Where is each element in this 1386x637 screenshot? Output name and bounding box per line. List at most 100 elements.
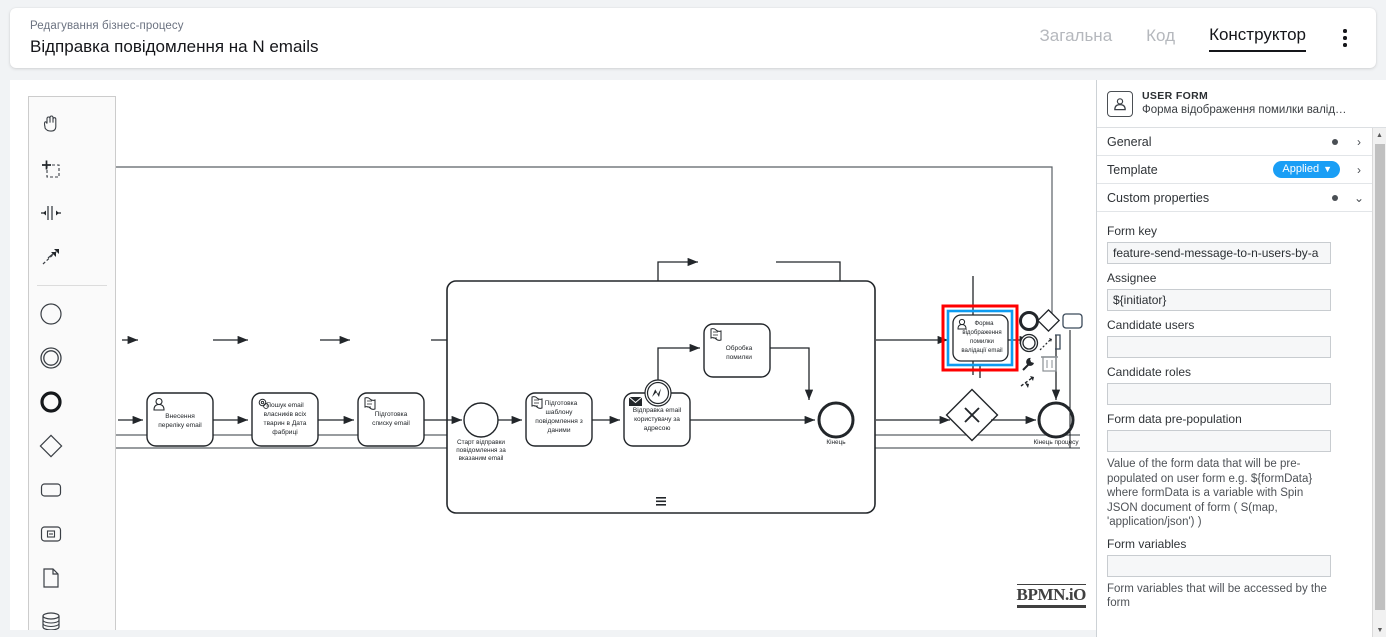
group-general[interactable]: General ›	[1097, 128, 1372, 156]
tab-zagalna[interactable]: Загальна	[1040, 25, 1113, 51]
group-template[interactable]: Template Applied ▼ ›	[1097, 156, 1372, 184]
form-key-label: Form key	[1107, 224, 1158, 238]
page-title: Відправка повідомлення на N emails	[30, 36, 319, 56]
form-key-field[interactable]	[1107, 242, 1331, 264]
create-end-event-icon[interactable]	[29, 380, 73, 424]
form-variables-field[interactable]	[1107, 554, 1331, 577]
bpmn-palette[interactable]	[28, 96, 116, 630]
node-task-3: Підготовка списку email	[357, 392, 425, 447]
scroll-up-arrow-icon[interactable]: ▲	[1373, 128, 1386, 142]
kebab-menu-icon[interactable]	[1332, 21, 1358, 55]
hand-tool-icon[interactable]	[29, 103, 73, 147]
candidate-users-field[interactable]	[1107, 336, 1331, 358]
panel-header-text: USER FORM Форма відображення помилки вал…	[1142, 89, 1347, 118]
create-task-icon[interactable]	[29, 468, 73, 512]
group-custom-properties-label: Custom properties	[1107, 190, 1210, 205]
wrench-icon	[1022, 357, 1034, 371]
chevron-right-icon[interactable]: ›	[1352, 164, 1366, 176]
svg-text:шаблону: шаблону	[546, 408, 574, 416]
template-applied-label: Applied	[1282, 163, 1320, 175]
svg-text:адресою: адресою	[644, 425, 671, 432]
panel-scrollbar[interactable]: ▲ ▼	[1372, 128, 1386, 637]
create-data-store-icon[interactable]	[29, 600, 73, 630]
svg-text:вказаним email: вказаним email	[459, 455, 504, 462]
svg-text:власників всіх: власників всіх	[264, 410, 307, 418]
group-template-label: Template	[1107, 162, 1158, 177]
node-task-2: Пошук email власників всіх тварин в Дата…	[251, 392, 319, 447]
svg-text:повідомлення за: повідомлення за	[456, 446, 506, 454]
panel-element-name: Форма відображення помилки валід…	[1142, 104, 1347, 116]
delete-icon	[1041, 356, 1058, 372]
form-data-prepopulation-label: Form data pre-population	[1107, 412, 1242, 426]
form-data-prepopulation-field[interactable]	[1107, 430, 1331, 452]
chevron-right-icon[interactable]: ›	[1352, 136, 1366, 148]
properties-panel: USER FORM Форма відображення помилки вал…	[1096, 80, 1386, 637]
create-subprocess-expanded-icon[interactable]	[29, 512, 73, 556]
svg-text:Кінець процесу: Кінець процесу	[1033, 438, 1079, 446]
svg-text:фабриці: фабриці	[272, 428, 298, 436]
append-intermediate-event-icon	[1019, 333, 1039, 353]
palette-elements-group	[29, 292, 115, 630]
append-task-icon	[1062, 313, 1083, 329]
subprocess-marker-icon	[656, 497, 666, 506]
create-data-object-icon[interactable]	[29, 556, 73, 600]
svg-text:валідації email: валідації email	[961, 347, 1002, 354]
lasso-append-icon	[1020, 376, 1034, 388]
append-gateway-icon	[1036, 308, 1061, 333]
custom-properties-fields: Form key Assignee Candidate users Candid…	[1097, 212, 1372, 611]
bpmn-io-logo: BPMN.iO	[1016, 584, 1086, 608]
palette-tools-group	[29, 103, 115, 279]
append-end-event-icon	[1019, 311, 1039, 331]
form-variables-help: Form variables that will be accessed by …	[1107, 582, 1327, 610]
group-custom-properties-dot	[1332, 194, 1338, 201]
svg-text:користувачу за: користувачу за	[634, 416, 680, 423]
svg-text:списку email: списку email	[372, 420, 410, 427]
group-general-label: General	[1107, 134, 1152, 149]
kebab-dot	[1343, 36, 1347, 40]
svg-text:помилки: помилки	[726, 354, 752, 361]
svg-text:даними: даними	[547, 427, 570, 434]
assignee-label: Assignee	[1107, 271, 1157, 285]
svg-text:Пошук email: Пошук email	[266, 402, 304, 409]
chevron-down-icon[interactable]: ⌄	[1352, 192, 1366, 204]
tab-kod[interactable]: Код	[1146, 25, 1175, 51]
svg-text:повідомлення з: повідомлення з	[535, 417, 582, 425]
create-start-event-icon[interactable]	[29, 292, 73, 336]
node-task-4: Підготовка шаблону повідомлення з даними	[525, 392, 593, 447]
lasso-tool-icon[interactable]	[29, 147, 73, 191]
svg-text:Кінець: Кінець	[826, 438, 846, 446]
svg-text:Відправка email: Відправка email	[633, 406, 682, 414]
form-variables-label: Form variables	[1107, 536, 1187, 551]
candidate-roles-label: Candidate roles	[1107, 365, 1192, 379]
create-intermediate-event-icon[interactable]	[29, 336, 73, 380]
template-applied-badge[interactable]: Applied ▼	[1273, 161, 1340, 178]
tab-konstruktor[interactable]: Конструктор	[1209, 24, 1306, 52]
svg-text:Підготовка: Підготовка	[545, 399, 578, 407]
scrollbar-thumb[interactable]	[1375, 144, 1385, 610]
svg-text:Внесення: Внесення	[165, 413, 195, 420]
header-titles: Редагування бізнес-процесу Відправка пов…	[30, 19, 1040, 58]
svg-text:Старт відправки: Старт відправки	[457, 438, 505, 446]
create-gateway-icon[interactable]	[29, 424, 73, 468]
user-form-icon	[1107, 90, 1133, 117]
svg-text:Обробка: Обробка	[726, 344, 753, 352]
group-custom-properties[interactable]: Custom properties ⌄	[1097, 184, 1372, 212]
svg-text:Форма: Форма	[975, 320, 995, 327]
scroll-down-arrow-icon[interactable]: ▼	[1373, 623, 1386, 637]
candidate-roles-field[interactable]	[1107, 383, 1331, 405]
svg-text:помилки: помилки	[970, 338, 994, 345]
node-gateway-1	[945, 388, 999, 442]
space-tool-icon[interactable]	[29, 191, 73, 235]
breadcrumb: Редагування бізнес-процесу	[30, 19, 184, 32]
kebab-dot	[1343, 43, 1347, 47]
assignee-field[interactable]	[1107, 289, 1331, 311]
node-task-6: Обробка помилки	[703, 323, 771, 378]
panel-element-type: USER FORM	[1142, 90, 1209, 102]
global-connect-tool-icon[interactable]	[29, 235, 73, 279]
node-process-end: Кінець процесу	[1033, 401, 1079, 446]
panel-scroll-area[interactable]: General › Template Applied ▼ › Custom pr…	[1097, 128, 1386, 637]
svg-text:тварин в Дата: тварин в Дата	[264, 420, 307, 427]
form-data-prepopulation-help: Value of the form data that will be pre-…	[1107, 458, 1313, 528]
connect-icon	[1039, 334, 1061, 351]
boundary-error-event-icon	[644, 379, 672, 407]
